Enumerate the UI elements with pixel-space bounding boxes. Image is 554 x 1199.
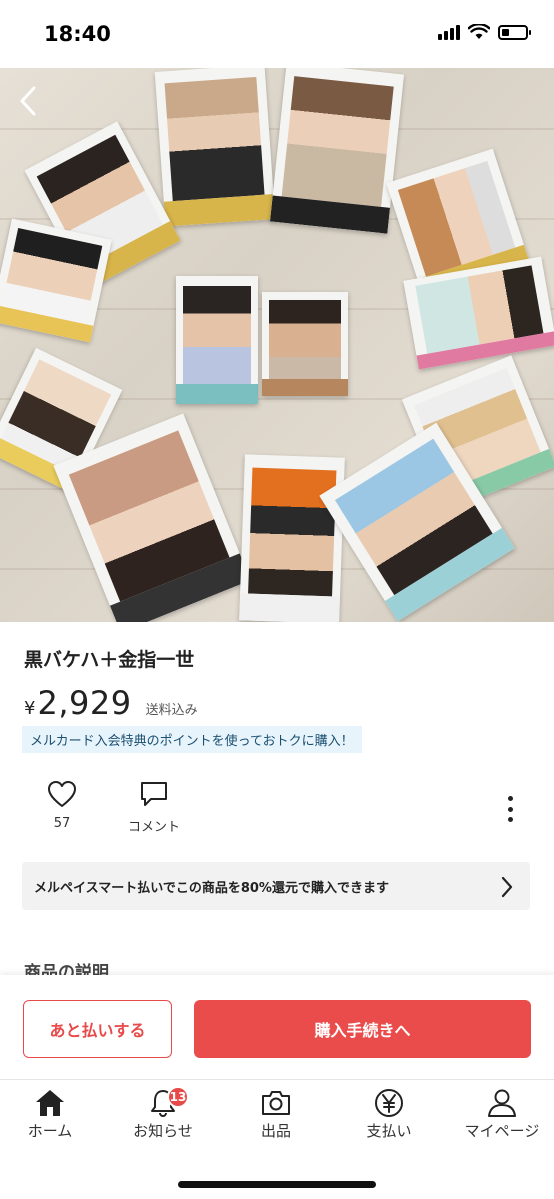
battery-level — [502, 28, 509, 36]
like-count: 57 — [53, 816, 71, 831]
status-bar: 18:40 — [0, 0, 554, 68]
tab-label-payment: 支払い — [366, 1122, 412, 1140]
tab-label-notifications: お知らせ — [133, 1122, 193, 1140]
wifi-icon — [468, 24, 490, 39]
home-indicator — [178, 1181, 376, 1188]
tab-home[interactable]: ホーム — [0, 1088, 100, 1141]
product-page: 18:40 黒バケハ＋金指一世 ¥ 2,929 送料込み メルカード入会特典のポ… — [0, 0, 554, 1199]
comment-label: コメント — [127, 820, 180, 835]
back-chevron-icon[interactable] — [14, 84, 44, 118]
home-icon — [36, 1090, 64, 1116]
chevron-right-icon — [501, 876, 513, 898]
notification-badge: 13 — [167, 1086, 189, 1108]
pay-later-button[interactable]: あと払いする — [23, 1000, 172, 1058]
product-image[interactable] — [0, 68, 554, 622]
camera-icon — [262, 1091, 290, 1115]
tab-label-sell: 出品 — [260, 1122, 291, 1140]
shipping-note: 送料込み — [145, 703, 198, 718]
purchase-button[interactable]: 購入手続きへ — [194, 1000, 531, 1058]
status-icons — [438, 24, 531, 40]
heart-icon — [48, 781, 76, 807]
currency-symbol: ¥ — [24, 698, 36, 719]
product-price: 2,929 — [37, 684, 132, 722]
product-title: 黒バケハ＋金指一世 — [24, 649, 195, 671]
promo-banner[interactable]: メルカード入会特典のポイントを使っておトクに購入！ — [22, 726, 362, 753]
like-button[interactable]: 57 — [40, 780, 84, 831]
person-icon — [488, 1089, 516, 1117]
merpay-banner-text: メルペイスマート払いでこの商品を80%還元で購入できます — [34, 881, 389, 896]
tab-sell[interactable]: 出品 — [226, 1088, 326, 1141]
tab-label-mypage: マイページ — [464, 1122, 540, 1140]
comment-icon — [141, 782, 167, 806]
comment-button[interactable]: コメント — [117, 780, 191, 835]
battery-icon — [498, 24, 531, 40]
tab-mypage[interactable]: マイページ — [452, 1088, 552, 1141]
tab-label-home: ホーム — [27, 1122, 73, 1140]
tab-notifications[interactable]: 13 お知らせ — [113, 1086, 213, 1141]
action-row: 57 コメント — [0, 780, 554, 840]
purchase-bar: あと払いする 購入手続きへ — [0, 975, 554, 1079]
price-row: ¥ 2,929 送料込み — [24, 684, 198, 722]
more-options-icon[interactable] — [506, 796, 514, 822]
status-time: 18:40 — [44, 22, 111, 46]
signal-icon — [438, 24, 460, 40]
yen-circle-icon — [375, 1089, 403, 1117]
tab-payment[interactable]: 支払い — [339, 1088, 439, 1141]
merpay-smart-pay-banner[interactable]: メルペイスマート払いでこの商品を80%還元で購入できます — [22, 862, 530, 910]
